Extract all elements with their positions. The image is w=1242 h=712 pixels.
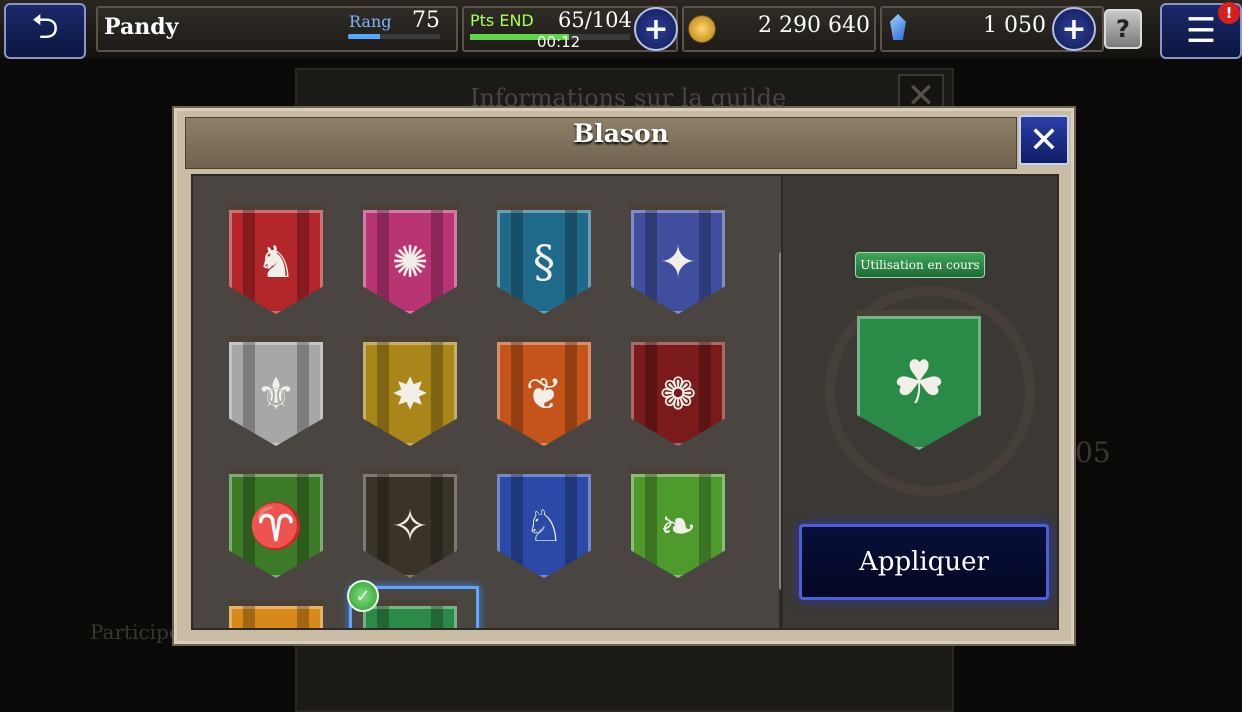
crest-stripe: [645, 342, 657, 446]
crest-grid: ♞ ✺ § ✦ ⚜ ✸ ❦ ❁ ♈ ✧ ♘ ❧ ✓: [191, 174, 783, 630]
crest-lion[interactable]: ♞: [229, 204, 323, 314]
bee-icon: ✧: [391, 500, 429, 552]
background-number: 05: [1075, 436, 1111, 469]
crest-stripe: [243, 342, 255, 446]
rank-progress-bar: [348, 34, 440, 39]
crest-stripe: [377, 210, 389, 314]
crest-stripe: [565, 210, 577, 314]
crest-stripe: [511, 342, 523, 446]
crest-phoenix[interactable]: ✺: [363, 204, 457, 314]
lion-icon: ♞: [256, 236, 296, 288]
crest-preview-panel: Utilisation en cours ☘ Appliquer: [781, 174, 1059, 630]
crest-rose[interactable]: ❁: [631, 336, 725, 446]
apply-button[interactable]: Appliquer: [799, 524, 1049, 600]
crest-stripe: [377, 342, 389, 446]
crystal-value: 1 050: [983, 13, 1046, 38]
add-endurance-button[interactable]: +: [634, 7, 678, 51]
crest-ram[interactable]: ♈: [229, 468, 323, 578]
crest-stripe: [699, 342, 711, 446]
knight-icon: ♘: [524, 500, 564, 552]
gil-value: 2 290 640: [758, 13, 870, 38]
add-crystal-button[interactable]: +: [1052, 7, 1096, 51]
gil-coin-icon: [688, 15, 716, 43]
crest-knight[interactable]: ♘: [497, 468, 591, 578]
rank-value: 75: [412, 8, 440, 33]
crest-bee[interactable]: ✧: [363, 468, 457, 578]
phoenix-icon: ✺: [391, 236, 429, 288]
crest-stripe: [297, 342, 309, 446]
plus-icon: +: [643, 11, 669, 47]
serpent-icon: §: [533, 236, 555, 288]
in-use-badge: Utilisation en cours: [855, 252, 985, 278]
crest-stripe: [511, 210, 523, 314]
close-icon: ✕: [1028, 119, 1060, 161]
endurance-label: Pts END: [470, 11, 534, 30]
stag-icon: ❦: [525, 368, 563, 420]
crest-stripe: [297, 606, 309, 628]
wolf-icon: ✦: [659, 236, 697, 288]
modal-title: Blason: [573, 119, 669, 148]
crest-spear[interactable]: ⚜: [229, 336, 323, 446]
crest-stripe: [645, 474, 657, 578]
crest-stripe: [431, 210, 443, 314]
crest-serpent[interactable]: §: [497, 204, 591, 314]
dragon-icon: ✸: [391, 368, 429, 420]
help-button[interactable]: ?: [1104, 9, 1142, 49]
crest-stripe: [297, 210, 309, 314]
crest-stripe: [699, 474, 711, 578]
crest-dragon[interactable]: ✸: [363, 336, 457, 446]
crest-stripe: [511, 474, 523, 578]
modal-close-button[interactable]: ✕: [1019, 115, 1069, 165]
crest-tree[interactable]: ❧: [631, 468, 725, 578]
crest-stripe: [645, 210, 657, 314]
question-icon: ?: [1116, 15, 1130, 43]
crest-stripe: [431, 342, 443, 446]
crest-stripe: [243, 210, 255, 314]
crest-stripe: [565, 342, 577, 446]
tree-icon: ❧: [659, 500, 697, 552]
endurance-timer: 00:12: [537, 33, 581, 51]
crest-stripe: [699, 210, 711, 314]
crest-wolf[interactable]: ✦: [631, 204, 725, 314]
check-icon: ✓: [347, 580, 379, 612]
endurance-value: 65/104: [558, 8, 632, 32]
rank-progress-fill: [348, 34, 381, 39]
back-button[interactable]: ⮌: [4, 3, 86, 59]
plus-icon: +: [1061, 11, 1087, 47]
rose-icon: ❁: [659, 368, 697, 420]
ram-icon: ♈: [248, 501, 304, 552]
back-arrow-icon: ⮌: [31, 6, 59, 47]
hamburger-icon: ☰: [1185, 11, 1217, 51]
player-name: Pandy: [104, 14, 179, 40]
crest-stripe: [431, 474, 443, 578]
crest-stripe: [243, 606, 255, 628]
crest-stripe: [377, 474, 389, 578]
cactuar-icon: ☘: [892, 348, 946, 418]
crest-stripe: [565, 474, 577, 578]
crest-modal: Blason ✕ ♞ ✺ § ✦ ⚜ ✸ ❦ ❁ ♈ ✧ ♘ ❧ ✓ Utilisation en co…: [174, 108, 1074, 644]
crest-stag[interactable]: ❦: [497, 336, 591, 446]
crest-orange[interactable]: [229, 600, 323, 628]
spear-icon: ⚜: [256, 368, 296, 420]
rank-label: Rang: [349, 12, 392, 31]
menu-alert-badge: !: [1218, 2, 1240, 24]
